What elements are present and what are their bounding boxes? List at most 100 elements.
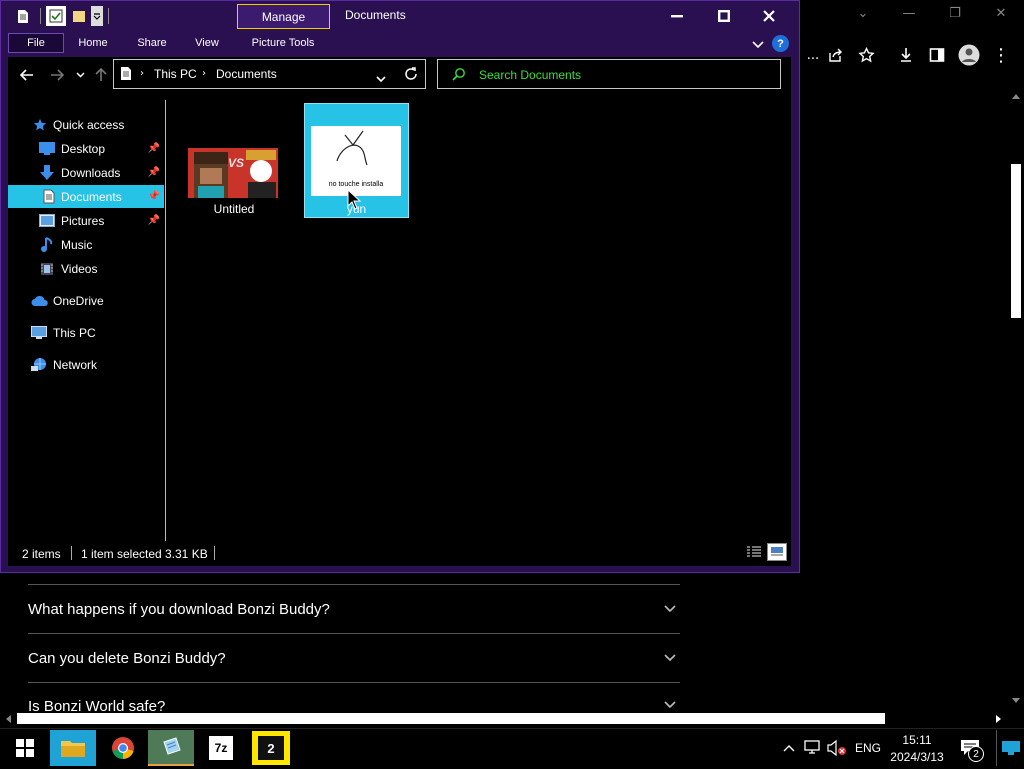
tab-view[interactable]: View — [188, 33, 226, 53]
breadcrumb-documents[interactable]: Documents — [216, 67, 277, 81]
chrome-icon — [112, 737, 134, 759]
help-icon[interactable]: ? — [772, 35, 789, 52]
sidebar-item-videos[interactable]: Videos — [8, 257, 164, 280]
file-item-untitled[interactable]: VS Untitled — [182, 103, 286, 218]
horizontal-scrollbar-thumb[interactable] — [17, 713, 885, 724]
input-language[interactable]: ENG — [852, 741, 884, 755]
chevron-down-icon[interactable] — [660, 602, 680, 616]
sidebar-item-network[interactable]: Network — [8, 353, 164, 376]
documents-folder-icon — [120, 66, 132, 86]
profile-avatar-icon[interactable] — [956, 42, 982, 68]
breadcrumb-separator: › — [202, 68, 206, 79]
vertical-scrollbar[interactable] — [1008, 90, 1024, 710]
scroll-up-arrow-icon[interactable] — [1012, 94, 1020, 99]
taskbar-app-notepad[interactable] — [148, 730, 194, 766]
selection-size: 3.31 KB — [165, 547, 208, 561]
minimize-button[interactable] — [654, 0, 699, 31]
volume-muted-icon[interactable] — [826, 738, 848, 758]
large-icons-view-icon[interactable] — [767, 543, 787, 561]
horizontal-scrollbar[interactable] — [0, 712, 1008, 726]
browser-menu-icon[interactable]: ⋮ — [988, 42, 1014, 68]
tab-file[interactable]: File — [8, 33, 64, 53]
search-placeholder: Search Documents — [479, 68, 582, 82]
details-view-icon[interactable] — [746, 545, 762, 562]
ribbon-expand-chevron-icon[interactable] — [752, 36, 766, 50]
pin-icon: 📌 — [147, 215, 160, 226]
file-explorer-icon — [61, 741, 85, 757]
taskbar-app-chrome[interactable] — [100, 730, 146, 766]
up-arrow-icon[interactable] — [90, 66, 112, 84]
sidebar-item-desktop[interactable]: Desktop 📌 — [8, 137, 164, 160]
qat-customize-chevron-icon[interactable] — [91, 6, 103, 26]
browser-minimize-button[interactable]: — — [886, 4, 932, 24]
action-center-button[interactable]: 2 — [958, 736, 986, 762]
tab-picture-tools[interactable]: Picture Tools — [244, 33, 322, 53]
sidebar-item-quick-access[interactable]: Quick access — [8, 113, 164, 136]
documents-icon — [41, 189, 57, 205]
sidebar-item-downloads[interactable]: Downloads 📌 — [8, 161, 164, 184]
clock-time: 15:11 — [902, 733, 932, 747]
network-status-icon[interactable] — [803, 738, 823, 758]
share-icon[interactable] — [822, 42, 848, 68]
properties-icon[interactable] — [46, 6, 66, 26]
maximize-button[interactable] — [701, 0, 746, 31]
tab-share[interactable]: Share — [130, 33, 174, 53]
back-arrow-icon[interactable] — [16, 66, 38, 84]
chevron-down-icon[interactable] — [660, 698, 680, 712]
recent-locations-chevron-icon[interactable] — [70, 66, 90, 84]
breadcrumb-this-pc[interactable]: This PC — [154, 67, 197, 81]
tab-search-icon[interactable]: ⌄ — [840, 4, 886, 24]
pin-icon: 📌 — [147, 191, 160, 202]
sidebar-item-this-pc[interactable]: This PC — [8, 321, 164, 344]
cloud-icon — [31, 293, 49, 309]
scroll-down-arrow-icon[interactable] — [1012, 698, 1020, 703]
downloads-icon — [39, 164, 55, 181]
close-button[interactable] — [746, 0, 791, 31]
window-title: Documents — [345, 8, 406, 22]
sidebar-item-onedrive[interactable]: OneDrive — [8, 289, 164, 312]
browser-close-button[interactable]: ✕ — [978, 4, 1024, 24]
taskbar-app-file-explorer[interactable] — [50, 730, 96, 766]
side-panel-icon[interactable] — [924, 42, 950, 68]
music-icon — [39, 236, 55, 253]
address-history-chevron-icon[interactable] — [376, 70, 386, 88]
manage-contextual-tab[interactable]: Manage — [237, 4, 330, 29]
download-icon[interactable] — [893, 42, 919, 68]
search-box[interactable]: Search Documents — [437, 59, 781, 89]
new-folder-icon[interactable] — [70, 6, 88, 26]
start-button[interactable] — [2, 730, 48, 766]
character-right — [250, 160, 272, 182]
sidebar-item-music[interactable]: Music — [8, 233, 164, 256]
forward-arrow-icon[interactable] — [46, 66, 68, 84]
refresh-icon[interactable] — [404, 67, 418, 86]
status-divider — [214, 546, 215, 560]
videos-icon — [39, 261, 55, 277]
faq-item[interactable]: Is Bonzi World safe? — [28, 682, 680, 712]
vertical-scrollbar-thumb[interactable] — [1011, 164, 1021, 318]
star-icon — [32, 117, 48, 133]
sidebar-item-documents[interactable]: Documents 📌 — [8, 185, 164, 208]
character-left — [194, 152, 228, 198]
7zip-icon: 7z — [209, 736, 233, 760]
show-desktop-button[interactable] — [1001, 738, 1021, 758]
pictures-icon — [39, 213, 55, 229]
faq-item[interactable]: What happens if you download Bonzi Buddy… — [28, 584, 680, 633]
document-icon[interactable] — [14, 6, 32, 26]
qat-divider — [108, 8, 109, 24]
scroll-right-arrow-icon[interactable] — [996, 715, 1001, 723]
bookmark-star-icon[interactable] — [853, 42, 879, 68]
taskbar-app-yellow[interactable]: 2 — [248, 730, 294, 766]
tab-home[interactable]: Home — [72, 33, 114, 53]
taskbar-app-7zip[interactable]: 7z — [198, 730, 244, 766]
sidebar-item-label: Downloads — [61, 165, 121, 180]
sidebar-item-pictures[interactable]: Pictures 📌 — [8, 209, 164, 232]
chevron-down-icon[interactable] — [660, 651, 680, 665]
scroll-left-arrow-icon[interactable] — [6, 715, 11, 723]
qat-divider — [40, 8, 41, 24]
system-clock[interactable]: 15:11 2024/3/13 — [886, 731, 948, 765]
show-hidden-icons-chevron-icon[interactable] — [779, 738, 799, 758]
address-bar[interactable]: › This PC › Documents — [113, 59, 426, 89]
faq-item[interactable]: Can you delete Bonzi Buddy? — [28, 633, 680, 682]
browser-restore-button[interactable]: ❐ — [932, 4, 978, 24]
search-icon — [452, 67, 466, 86]
